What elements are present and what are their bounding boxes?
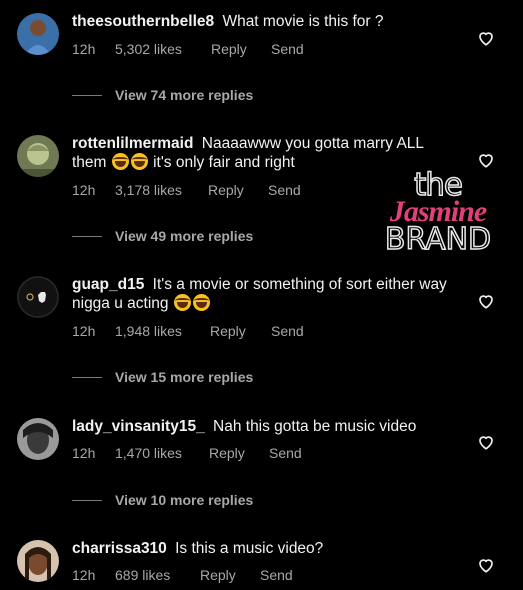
comment-time: 12h: [72, 445, 96, 461]
comment-time: 12h: [72, 323, 96, 339]
heart-outline-icon[interactable]: [477, 29, 495, 47]
comment-body: What movie is this for ?: [222, 13, 384, 30]
comment-body: Nah this gotta be music video: [213, 418, 417, 435]
replies-divider: [72, 235, 102, 237]
heart-outline-icon[interactable]: [477, 433, 495, 451]
avatar[interactable]: [17, 418, 59, 460]
comment-time: 12h: [72, 41, 96, 57]
likes-count[interactable]: 1,470 likes: [115, 445, 182, 461]
likes-count[interactable]: 5,302 likes: [115, 41, 182, 57]
send-button[interactable]: Send: [260, 567, 293, 583]
likes-count[interactable]: 3,178 likes: [115, 182, 182, 198]
comment-username[interactable]: lady_vinsanity15_: [72, 418, 205, 435]
watermark-line-the: the: [413, 167, 463, 203]
comment-username[interactable]: theesouthernbelle8: [72, 13, 214, 30]
view-replies-button[interactable]: View 15 more replies: [72, 369, 253, 385]
likes-count[interactable]: 1,948 likes: [115, 323, 182, 339]
reply-button[interactable]: Reply: [211, 41, 247, 57]
reply-button[interactable]: Reply: [209, 445, 245, 461]
comment-body: Is this a music video?: [175, 540, 324, 557]
face-with-tears-of-joy-emoji: [130, 153, 148, 170]
send-button[interactable]: Send: [269, 445, 302, 461]
comment-body-continued: it's only fair and right: [153, 154, 295, 171]
comment-username[interactable]: charrissa310: [72, 540, 167, 557]
avatar[interactable]: [17, 13, 59, 55]
replies-divider: [72, 94, 102, 96]
face-with-tears-of-joy-emoji: [192, 294, 210, 311]
view-replies-label: View 74 more replies: [115, 87, 254, 103]
heart-outline-icon[interactable]: [477, 151, 495, 169]
comment-text: guap_d15 It's a movie or something of so…: [72, 275, 462, 313]
comment-text: lady_vinsanity15_ Nah this gotta be musi…: [72, 417, 462, 436]
face-with-tears-of-joy-emoji: [173, 294, 191, 311]
replies-divider: [72, 376, 102, 378]
send-button[interactable]: Send: [268, 182, 301, 198]
view-replies-button[interactable]: View 49 more replies: [72, 228, 253, 244]
view-replies-label: View 49 more replies: [115, 228, 254, 244]
face-with-tears-of-joy-emoji: [111, 153, 129, 170]
comment-time: 12h: [72, 182, 96, 198]
view-replies-button[interactable]: View 74 more replies: [72, 87, 253, 103]
heart-outline-icon[interactable]: [477, 556, 495, 574]
send-button[interactable]: Send: [271, 323, 304, 339]
avatar[interactable]: [17, 135, 59, 177]
view-replies-label: View 10 more replies: [115, 492, 254, 508]
heart-outline-icon[interactable]: [477, 292, 495, 310]
view-replies-label: View 15 more replies: [115, 369, 254, 385]
watermark-line-brand: BRAND: [384, 222, 492, 257]
likes-count[interactable]: 689 likes: [115, 567, 170, 583]
watermark-logo: the Jasmine BRAND: [368, 167, 508, 262]
comment-text: rottenlilmermaid Naaaawww you gotta marr…: [72, 134, 462, 172]
avatar[interactable]: [17, 540, 59, 582]
replies-divider: [72, 499, 102, 501]
comment-username[interactable]: guap_d15: [72, 276, 144, 293]
reply-button[interactable]: Reply: [210, 323, 246, 339]
watermark-line-jasmine: Jasmine: [389, 195, 487, 228]
reply-button[interactable]: Reply: [200, 567, 236, 583]
comment-username[interactable]: rottenlilmermaid: [72, 135, 193, 152]
comment-text: charrissa310 Is this a music video?: [72, 539, 462, 558]
view-replies-button[interactable]: View 10 more replies: [72, 492, 253, 508]
comment-time: 12h: [72, 567, 96, 583]
avatar[interactable]: [17, 276, 59, 318]
reply-button[interactable]: Reply: [208, 182, 244, 198]
send-button[interactable]: Send: [271, 41, 304, 57]
comment-text: theesouthernbelle8 What movie is this fo…: [72, 12, 462, 31]
